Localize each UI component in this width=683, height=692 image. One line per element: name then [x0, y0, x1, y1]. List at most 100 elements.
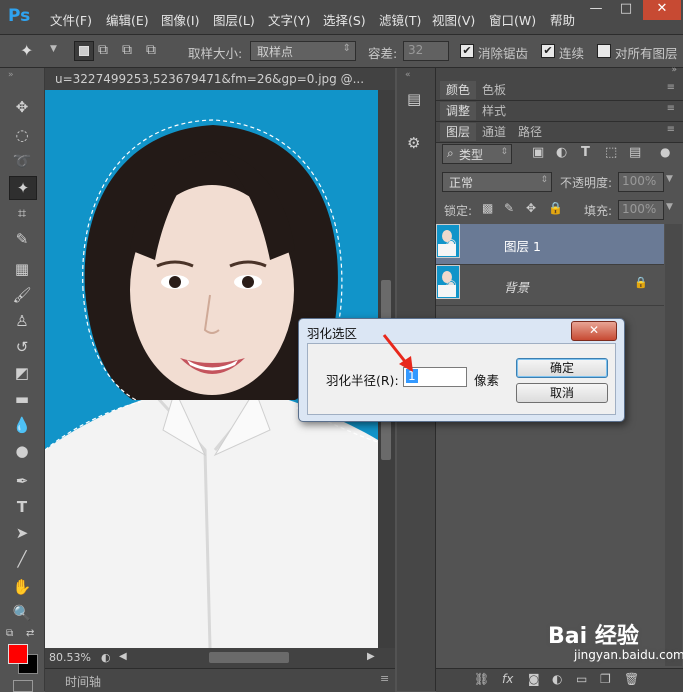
contiguous-checkbox[interactable]: ✔: [541, 44, 555, 58]
tab-adjustments[interactable]: 调整: [440, 102, 477, 120]
menu-edit[interactable]: 编辑(E): [106, 10, 149, 29]
add-selection-icon[interactable]: ⧉: [98, 42, 108, 58]
scroll-left-icon[interactable]: ◀: [119, 651, 127, 662]
magic-wand-tool-icon[interactable]: ✦: [9, 176, 37, 200]
layer-filter-select[interactable]: ⌕ 类型 ⇕: [442, 144, 512, 164]
eraser-tool-icon[interactable]: ◩: [9, 362, 35, 384]
menu-file[interactable]: 文件(F): [50, 10, 92, 29]
type-tool-icon[interactable]: T: [9, 496, 35, 518]
minimize-button[interactable]: —: [583, 0, 609, 20]
menu-image[interactable]: 图像(I): [161, 10, 199, 29]
tab-channels[interactable]: 通道: [476, 123, 512, 141]
hand-tool-icon[interactable]: ✋: [9, 576, 35, 598]
close-window-button[interactable]: ✕: [643, 0, 681, 20]
history-brush-icon[interactable]: ↺: [9, 336, 35, 358]
pen-tool-icon[interactable]: ✒: [9, 470, 35, 492]
new-layer-icon[interactable]: ❐: [600, 672, 611, 686]
foreground-color-swatch[interactable]: [8, 644, 28, 664]
all-layers-checkbox[interactable]: [597, 44, 611, 58]
properties-panel-icon[interactable]: ⚙: [407, 134, 420, 152]
stamp-tool-icon[interactable]: ♙: [9, 310, 35, 332]
tab-paths[interactable]: 路径: [512, 123, 548, 141]
brush-tool-icon[interactable]: 🖌: [9, 284, 35, 306]
chevron-down-icon[interactable]: ▼: [50, 44, 57, 54]
restore-button[interactable]: □: [613, 0, 639, 20]
adjustment-filter-icon[interactable]: ◐: [556, 145, 567, 160]
magic-wand-icon[interactable]: ✦: [20, 41, 33, 60]
smart-object-filter-icon[interactable]: ▤: [629, 145, 641, 160]
move-tool-icon[interactable]: ✥: [9, 96, 35, 118]
subtract-selection-icon[interactable]: ⧉: [122, 42, 132, 58]
lock-transparent-icon[interactable]: ▩: [482, 201, 493, 215]
lock-pixels-icon[interactable]: ✎: [504, 201, 514, 215]
add-mask-icon[interactable]: ◙: [528, 672, 540, 686]
history-panel-icon[interactable]: ▤: [407, 90, 421, 108]
default-colors-icon[interactable]: ⧉: [6, 628, 13, 639]
horizontal-scroll-thumb[interactable]: [209, 652, 289, 663]
adjustment-layer-icon[interactable]: ◐: [552, 672, 562, 686]
type-filter-icon[interactable]: T: [581, 145, 590, 160]
blur-tool-icon[interactable]: 💧: [9, 414, 35, 436]
document-tab[interactable]: u=3227499253,523679471&fm=26&gp=0.jpg @.…: [45, 68, 395, 90]
lasso-tool-icon[interactable]: ➰: [9, 150, 35, 172]
lock-all-icon[interactable]: 🔒: [548, 201, 563, 215]
opacity-input[interactable]: 100%: [618, 172, 664, 192]
zoom-level[interactable]: 80.53%: [49, 651, 91, 664]
panel-menu-icon[interactable]: ≡: [667, 124, 675, 135]
line-tool-icon[interactable]: ╱: [9, 548, 35, 570]
tolerance-input[interactable]: 32: [403, 41, 449, 61]
image-filter-icon[interactable]: ▣: [532, 145, 544, 160]
collapse-icon[interactable]: »: [8, 70, 14, 80]
ok-button[interactable]: 确定: [516, 358, 608, 378]
menu-select[interactable]: 选择(S): [323, 10, 366, 29]
tab-swatches[interactable]: 色板: [476, 81, 512, 99]
tab-styles[interactable]: 样式: [476, 102, 512, 120]
layers-scrollbar[interactable]: [665, 224, 682, 666]
tab-color[interactable]: 颜色: [440, 81, 477, 99]
layer-name[interactable]: 图层 1: [504, 236, 541, 255]
scroll-right-icon[interactable]: ▶: [367, 651, 375, 662]
swap-colors-icon[interactable]: ⇄: [26, 628, 34, 639]
menu-view[interactable]: 视图(V): [432, 10, 475, 29]
eyedropper-tool-icon[interactable]: ✎: [9, 228, 35, 250]
timeline-menu-icon[interactable]: ≡: [380, 672, 389, 685]
fx-icon[interactable]: fx: [502, 672, 513, 686]
blend-mode-select[interactable]: 正常 ⇕: [442, 172, 552, 192]
path-select-icon[interactable]: ➤: [9, 522, 35, 544]
dodge-tool-icon[interactable]: ●: [9, 440, 35, 462]
menu-window[interactable]: 窗口(W): [489, 10, 536, 29]
intersect-selection-icon[interactable]: ⧉: [146, 42, 156, 58]
info-icon[interactable]: ◐: [101, 651, 111, 664]
panel-menu-icon[interactable]: ≡: [667, 82, 675, 93]
cancel-button[interactable]: 取消: [516, 383, 608, 403]
collapse-dock-icon[interactable]: «: [405, 70, 411, 80]
menu-type[interactable]: 文字(Y): [268, 10, 310, 29]
timeline-tab[interactable]: 时间轴: [65, 673, 101, 690]
crop-tool-icon[interactable]: ⌗: [9, 202, 35, 224]
new-selection-icon[interactable]: [74, 41, 94, 61]
sample-size-select[interactable]: 取样点 ⇕: [250, 41, 356, 61]
zoom-tool-icon[interactable]: 🔍: [9, 602, 35, 624]
panel-menu-icon[interactable]: ≡: [667, 103, 675, 114]
marquee-tool-icon[interactable]: ◌: [9, 124, 35, 146]
link-layers-icon[interactable]: ⛓: [474, 672, 489, 686]
menu-layer[interactable]: 图层(L): [213, 10, 255, 29]
dialog-close-button[interactable]: ✕: [571, 321, 617, 341]
antialias-checkbox[interactable]: ✔: [460, 44, 474, 58]
layer-row-background[interactable]: ◉ 背景 🔒: [436, 265, 664, 306]
layer-row-layer1[interactable]: ◉ 图层 1: [436, 224, 664, 265]
new-group-icon[interactable]: ▭: [576, 672, 587, 686]
healing-tool-icon[interactable]: ▦: [9, 258, 35, 280]
layer-name[interactable]: 背景: [504, 277, 529, 296]
menu-help[interactable]: 帮助: [550, 10, 575, 29]
delete-layer-icon[interactable]: 🗑: [624, 672, 639, 686]
fill-input[interactable]: 100%: [618, 200, 664, 220]
gradient-tool-icon[interactable]: ▬: [9, 388, 35, 410]
chevron-down-icon[interactable]: ▼: [666, 174, 673, 184]
filter-toggle-icon[interactable]: ●: [660, 145, 670, 159]
chevron-down-icon[interactable]: ▼: [666, 202, 673, 212]
lock-position-icon[interactable]: ✥: [526, 201, 536, 215]
quick-mask-icon[interactable]: [13, 680, 33, 692]
tab-layers[interactable]: 图层: [440, 123, 477, 141]
collapse-panels-icon[interactable]: »: [671, 65, 677, 75]
